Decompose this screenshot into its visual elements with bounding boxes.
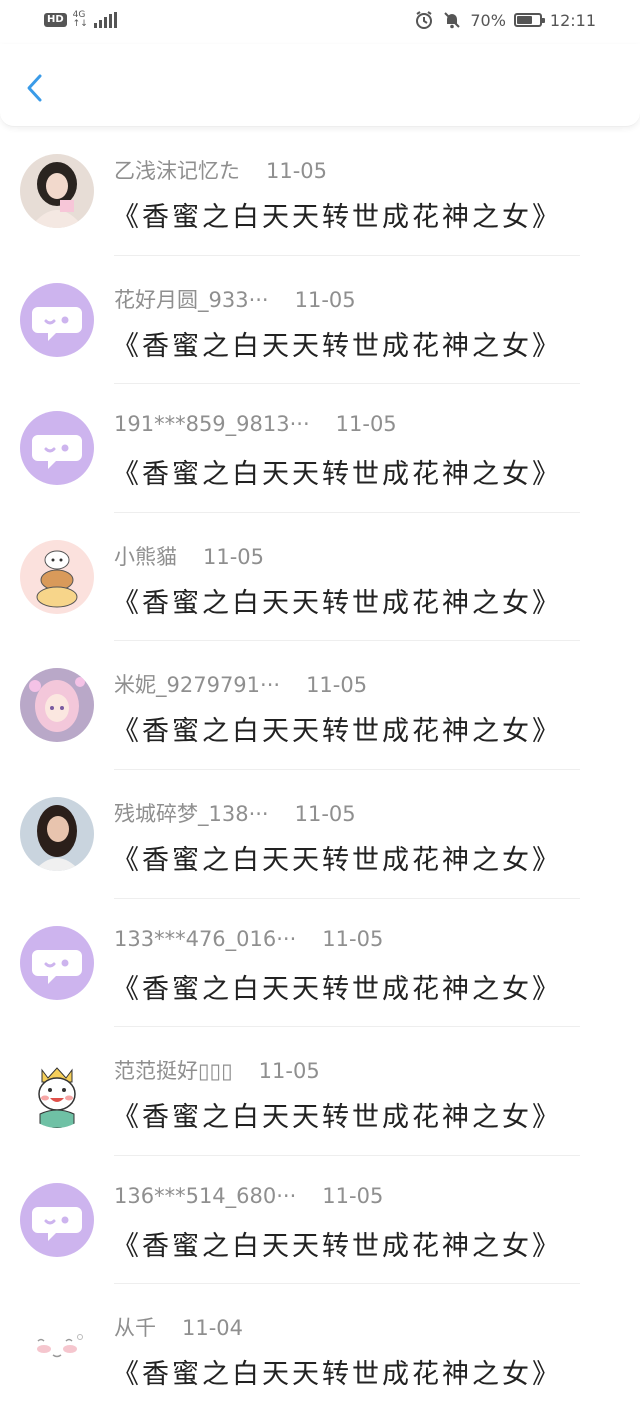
chevron-left-icon: [27, 74, 42, 102]
comment-row[interactable]: 191***859_9813··· 11-05 《香蜜之白天天转世成花神之女》: [0, 384, 640, 513]
comment-row[interactable]: 乙浅沫记忆た 11-05 《香蜜之白天天转世成花神之女》: [0, 127, 640, 256]
comment-text: 《香蜜之白天天转世成花神之女》: [112, 1102, 562, 1134]
commenter-name[interactable]: 范范挺好▯▯▯: [114, 1059, 233, 1083]
comment-row[interactable]: 残城碎梦_138··· 11-05 《香蜜之白天天转世成花神之女》: [0, 770, 640, 899]
battery-icon: [513, 13, 545, 27]
comment-date: 11-05: [335, 412, 397, 437]
avatar[interactable]: [20, 539, 94, 614]
status-left: HD 4G ↑↓: [44, 11, 117, 29]
comment-text: 《香蜜之白天天转世成花神之女》: [112, 330, 562, 362]
battery-level: [516, 16, 533, 24]
comment-date: 11-05: [203, 544, 265, 569]
comment-text: 《香蜜之白天天转世成花神之女》: [112, 202, 562, 233]
commenter-name[interactable]: 从千: [114, 1316, 156, 1340]
alarm-icon: [416, 11, 433, 29]
commenter-name[interactable]: 133***476_016···: [114, 927, 296, 951]
network-type: 4G ↑↓: [73, 11, 88, 29]
comment-meta: 小熊貓 11-05: [114, 541, 264, 571]
data-arrows-icon: ↑↓: [72, 19, 88, 29]
commenter-name[interactable]: 191***859_9813···: [114, 412, 310, 436]
comment-meta: 花好月圆_933··· 11-05: [114, 284, 356, 314]
avatar[interactable]: [20, 1311, 94, 1386]
comment-date: 11-04: [182, 1316, 244, 1341]
comment-meta: 136***514_680··· 11-05: [114, 1184, 383, 1208]
avatar[interactable]: [20, 282, 94, 357]
comment-row[interactable]: 小熊貓 11-05 《香蜜之白天天转世成花神之女》: [0, 513, 640, 642]
avatar[interactable]: [20, 668, 94, 743]
signal-icon: [93, 12, 117, 28]
avatar[interactable]: [20, 411, 94, 486]
comment-date: 11-05: [322, 1183, 384, 1208]
back-button[interactable]: [18, 70, 54, 106]
comment-row[interactable]: 133***476_016··· 11-05 《香蜜之白天天转世成花神之女》: [0, 899, 640, 1028]
comment-date: 11-05: [266, 159, 328, 183]
top-nav-bar: [0, 44, 640, 127]
comment-text: 《香蜜之白天天转世成花神之女》: [112, 459, 562, 491]
comment-text: 《香蜜之白天天转世成花神之女》: [112, 844, 562, 876]
comment-meta: 残城碎梦_138··· 11-05: [114, 798, 356, 828]
comment-meta: 从千 11-04: [114, 1312, 243, 1342]
comment-date: 11-05: [294, 287, 356, 312]
comment-row[interactable]: 米妮_9279791··· 11-05 《香蜜之白天天转世成花神之女》: [0, 641, 640, 770]
commenter-name[interactable]: 残城碎梦_138···: [114, 802, 269, 826]
comment-text: 《香蜜之白天天转世成花神之女》: [112, 973, 562, 1005]
mute-bell-icon: [444, 12, 461, 29]
clock: 12:11: [549, 10, 596, 30]
comment-date: 11-05: [258, 1059, 320, 1084]
commenter-name[interactable]: 乙浅沫记忆た: [114, 159, 240, 183]
comment-row[interactable]: 从千 11-04 《香蜜之白天天转世成花神之女》: [0, 1284, 640, 1413]
comment-text: 《香蜜之白天天转世成花神之女》: [112, 1359, 562, 1391]
comment-meta: 乙浅沫记忆た 11-05: [114, 155, 327, 185]
comment-meta: 191***859_9813··· 11-05: [114, 412, 397, 436]
comment-text: 《香蜜之白天天转世成花神之女》: [112, 716, 562, 748]
comment-date: 11-05: [322, 926, 384, 951]
comment-meta: 133***476_016··· 11-05: [114, 927, 383, 951]
commenter-name[interactable]: 米妮_9279791···: [114, 673, 280, 697]
comment-row[interactable]: 136***514_680··· 11-05 《香蜜之白天天转世成花神之女》: [0, 1156, 640, 1285]
commenter-name[interactable]: 136***514_680···: [114, 1184, 296, 1208]
status-right: 70% 12:11: [414, 10, 596, 30]
status-bar: HD 4G ↑↓ 70% 12:11: [0, 0, 640, 44]
comment-row[interactable]: 花好月圆_933··· 11-05 《香蜜之白天天转世成花神之女》: [0, 256, 640, 385]
comment-text: 《香蜜之白天天转世成花神之女》: [112, 1230, 562, 1262]
avatar[interactable]: [20, 1054, 94, 1129]
commenter-name[interactable]: 小熊貓: [114, 545, 177, 569]
avatar[interactable]: [20, 1182, 94, 1257]
comment-row[interactable]: 范范挺好▯▯▯ 11-05 《香蜜之白天天转世成花神之女》: [0, 1027, 640, 1156]
avatar[interactable]: [20, 154, 94, 228]
comment-list: 乙浅沫记忆た 11-05 《香蜜之白天天转世成花神之女》 花好月圆_933··· 11-…: [0, 127, 640, 1413]
comment-text: 《香蜜之白天天转世成花神之女》: [112, 587, 562, 619]
comment-meta: 范范挺好▯▯▯ 11-05: [114, 1055, 320, 1085]
avatar[interactable]: [20, 796, 94, 871]
commenter-name[interactable]: 花好月圆_933···: [114, 288, 269, 312]
comment-date: 11-05: [306, 673, 368, 698]
battery-percent: 70%: [470, 10, 506, 30]
hd-badge: HD: [44, 13, 67, 27]
avatar[interactable]: [20, 925, 94, 1000]
comment-meta: 米妮_9279791··· 11-05: [114, 669, 367, 699]
comment-date: 11-05: [294, 801, 356, 826]
